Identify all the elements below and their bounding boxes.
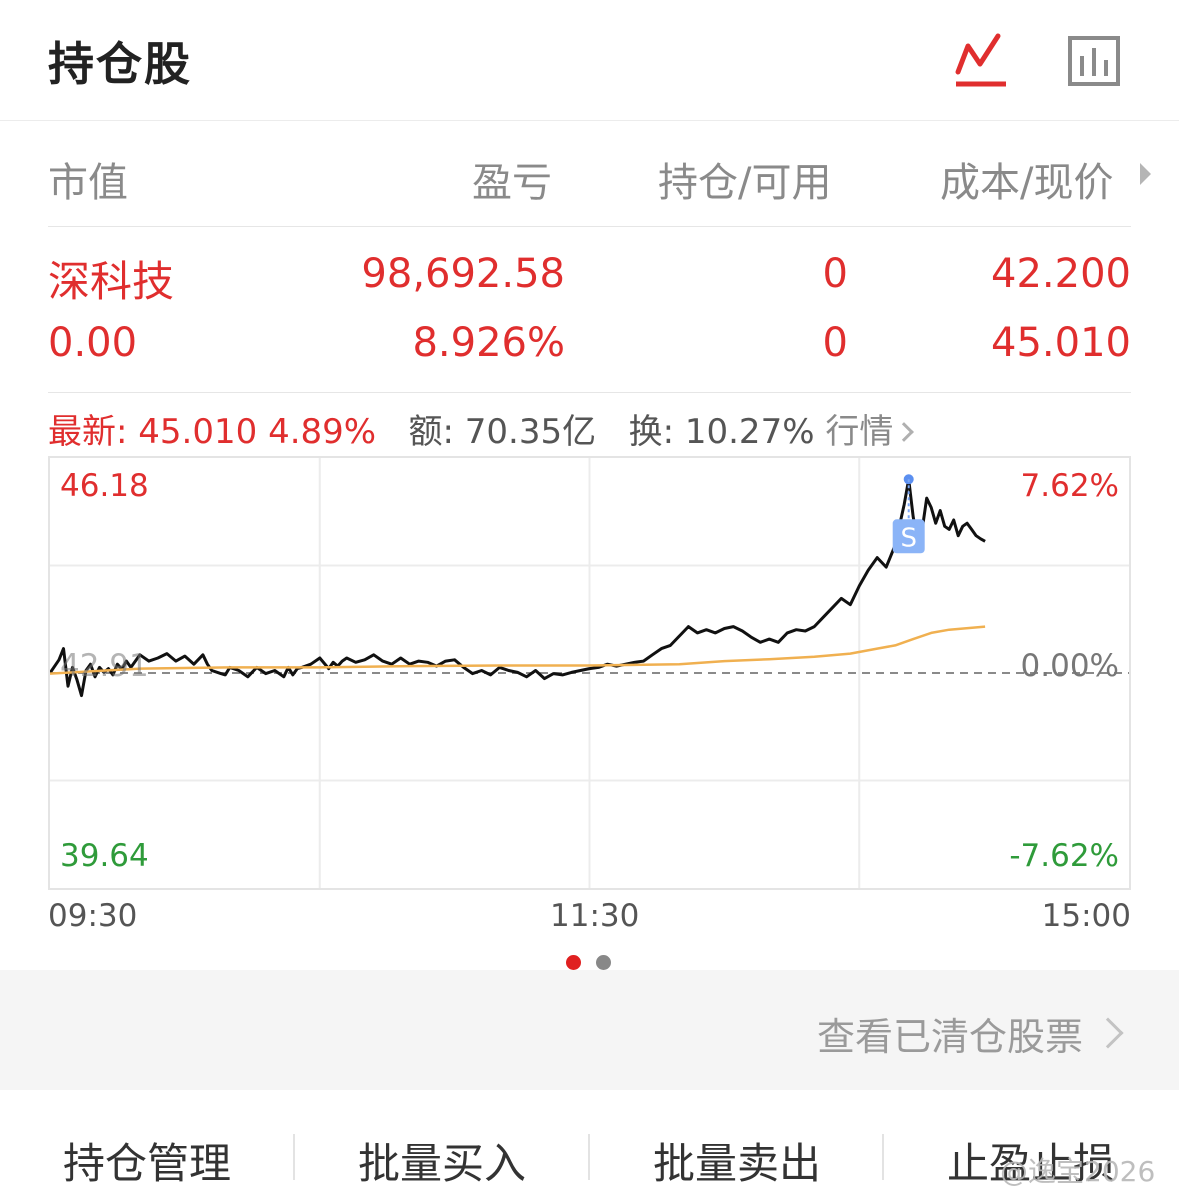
zero-percent: 0.00%: [1020, 648, 1119, 684]
amount-label: 额:: [408, 412, 454, 452]
position-management-button[interactable]: 持仓管理: [0, 1130, 294, 1191]
latest-label: 最新:: [48, 412, 128, 452]
watermark: @逸宝2026: [1000, 1155, 1156, 1188]
position-qty: 0: [822, 251, 848, 297]
chevron-right-icon: [894, 422, 915, 442]
column-header-pnl: 盈亏: [472, 160, 552, 206]
stock-name: 深科技: [48, 257, 175, 306]
divider: [48, 392, 1131, 393]
market-quote-label: 行情: [825, 412, 894, 452]
chevron-right-icon: [1092, 1017, 1124, 1049]
pnl-percent: 8.926%: [412, 320, 565, 366]
batch-buy-button[interactable]: 批量买入: [295, 1130, 589, 1191]
trade-marker-label: S: [900, 523, 917, 553]
intraday-chart[interactable]: S 46.18 7.62% 42.91 0.00% 39.64 -7.62%: [48, 456, 1131, 890]
y-min-label: 39.64: [60, 838, 149, 874]
pnl-amount: 98,692.58: [361, 251, 565, 297]
trade-marker-dot: [903, 474, 914, 485]
x-label-open: 09:30: [48, 898, 138, 934]
current-price: 45.010: [991, 320, 1131, 366]
x-label-noon: 11:30: [550, 898, 640, 934]
market-value: 0.00: [48, 320, 138, 366]
column-header-cost-price[interactable]: 成本/现价: [940, 150, 1113, 208]
bar-chart-icon[interactable]: [1066, 34, 1124, 88]
cleared-stocks-section: 查看已清仓股票: [0, 970, 1179, 1090]
market-quote-link[interactable]: 行情: [825, 412, 915, 452]
prev-close-label: 42.91: [60, 648, 149, 684]
series-line-price: [50, 477, 986, 698]
turnover-label: 换:: [628, 412, 675, 452]
series-line-average: [50, 625, 986, 675]
view-cleared-stocks-link[interactable]: 查看已清仓股票: [817, 1006, 1083, 1061]
page-title: 持仓股: [48, 37, 192, 91]
pager-dot-active[interactable]: [566, 955, 581, 970]
divider: [48, 226, 1131, 227]
x-label-close: 15:00: [1041, 898, 1131, 934]
chart-canvas: S: [50, 458, 1129, 888]
latest-price: 45.010: [138, 412, 258, 452]
scroll-right-icon[interactable]: [1140, 163, 1151, 185]
column-header-position: 持仓/可用: [658, 160, 832, 206]
cost-price: 42.200: [991, 251, 1131, 297]
line-chart-icon[interactable]: [950, 30, 1012, 88]
pager-dot[interactable]: [596, 955, 611, 970]
amount-value: 70.35亿: [464, 412, 597, 452]
turnover-value: 10.27%: [684, 412, 815, 452]
y-max-label: 46.18: [60, 468, 149, 504]
header: 持仓股: [0, 0, 1179, 121]
quote-summary: 最新: 45.010 4.89% 额: 70.35亿 换: 10.27% 行情: [48, 404, 915, 453]
available-qty: 0: [822, 320, 848, 366]
change-percent: 4.89%: [268, 412, 377, 452]
batch-sell-button[interactable]: 批量卖出: [590, 1130, 884, 1191]
y-min-percent: -7.62%: [1009, 838, 1119, 874]
y-max-percent: 7.62%: [1020, 468, 1119, 504]
column-header-market-value: 市值: [48, 160, 128, 206]
